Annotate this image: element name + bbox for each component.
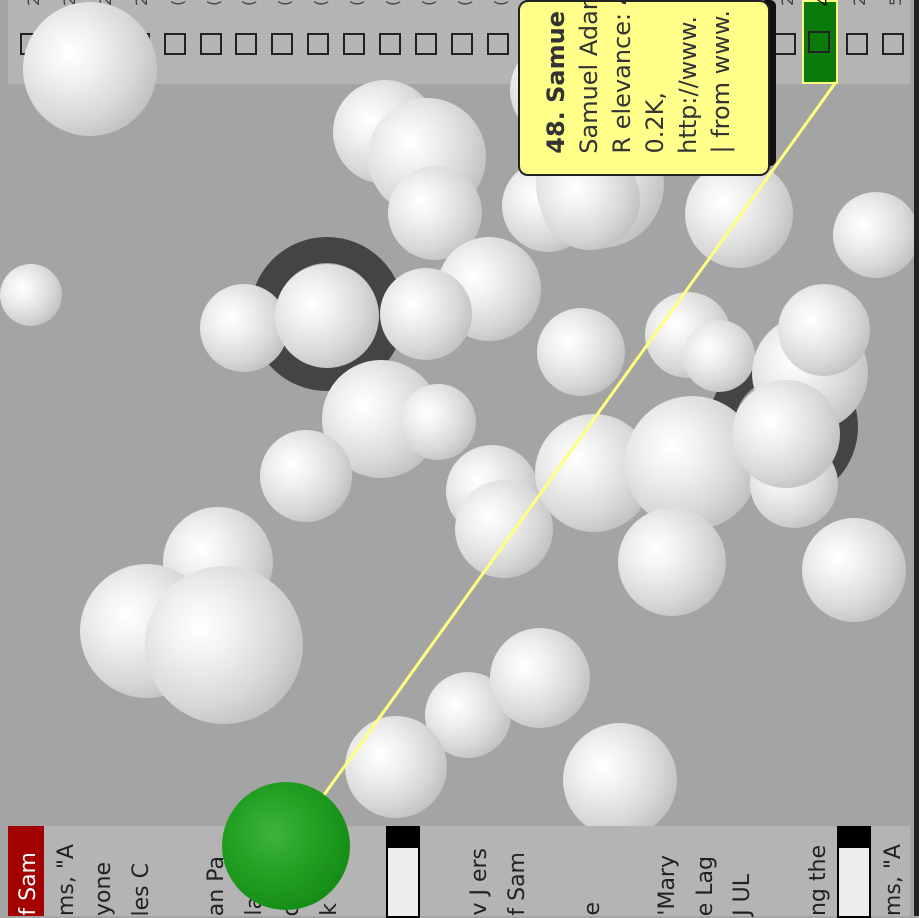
result-title[interactable] — [422, 826, 458, 916]
result-checkbox[interactable] — [343, 33, 366, 55]
result-sphere[interactable] — [260, 430, 352, 522]
result-title[interactable] — [346, 826, 382, 916]
result-checkbox[interactable] — [379, 33, 401, 55]
result-title[interactable]: ng the — [798, 826, 834, 916]
result-title-text: v J ers — [467, 848, 493, 916]
highlighted-result-title[interactable]: f Sam — [8, 826, 44, 916]
result-checkbox[interactable] — [881, 33, 904, 55]
result-sphere[interactable] — [0, 264, 62, 326]
result-sphere[interactable] — [145, 566, 303, 724]
result-column[interactable]: ( — [194, 0, 228, 84]
result-checkbox[interactable] — [450, 33, 473, 55]
result-checkbox[interactable] — [235, 33, 258, 55]
selected-sphere[interactable] — [222, 782, 350, 910]
result-sphere[interactable] — [802, 518, 906, 622]
result-checkbox[interactable] — [807, 31, 830, 53]
result-checkbox[interactable] — [199, 33, 222, 55]
slider-slot[interactable]: ue — [386, 826, 420, 918]
result-sphere[interactable] — [490, 628, 590, 728]
slot-track — [386, 848, 420, 918]
result-title[interactable] — [610, 826, 646, 916]
result-sphere[interactable] — [380, 268, 472, 360]
result-title-text: J UL — [730, 874, 756, 916]
result-column[interactable]: ( — [158, 0, 192, 84]
result-column[interactable]: ( — [265, 0, 299, 84]
result-title[interactable]: J UL — [722, 826, 758, 916]
result-column[interactable]: ( — [229, 0, 263, 84]
result-column[interactable]: 4 — [801, 0, 838, 84]
tooltip-author: Samuel Adan — [575, 0, 603, 154]
result-title[interactable]: yone — [83, 826, 119, 916]
result-sphere[interactable] — [618, 508, 726, 616]
result-title[interactable]: v J ers — [459, 826, 495, 916]
result-column[interactable]: ( — [301, 0, 335, 84]
bottom-result-strip: f Samms, "Ayoneles Can Palaokuev J ersf … — [8, 826, 910, 918]
result-title[interactable]: ms, "A — [873, 826, 909, 916]
result-title[interactable]: e Lag — [685, 826, 721, 916]
result-sphere[interactable] — [275, 264, 379, 368]
slot-handle[interactable] — [837, 826, 872, 848]
result-title-text: 'Mary — [655, 855, 681, 916]
result-title[interactable]: f Sam — [497, 826, 533, 916]
result-checkbox[interactable] — [163, 33, 186, 55]
result-sphere[interactable] — [685, 160, 793, 268]
result-column[interactable]: 2 — [840, 0, 874, 84]
result-checkbox[interactable] — [271, 33, 294, 55]
result-title-text: e Lag — [692, 855, 718, 916]
tooltip-url: http://www. — [674, 16, 702, 154]
result-column[interactable]: ( — [373, 0, 407, 84]
result-title[interactable] — [534, 826, 570, 916]
window-edge — [914, 0, 919, 916]
result-sphere[interactable] — [683, 320, 755, 392]
result-checkbox[interactable] — [307, 33, 330, 55]
result-title[interactable]: les C — [121, 826, 157, 916]
tooltip-title: 48. Samue — [542, 11, 570, 154]
result-title[interactable]: ms, "A — [46, 826, 82, 916]
visualization-canvas[interactable]: 2222((((((((((((((((22425 48. Samue Samu… — [0, 0, 919, 918]
result-title-text: e — [580, 902, 605, 916]
result-sphere[interactable] — [23, 2, 157, 136]
result-checkbox[interactable] — [486, 33, 509, 55]
tooltip-relevance: R elevance: 4 — [608, 0, 636, 154]
result-sphere[interactable] — [778, 284, 870, 376]
result-checkbox[interactable] — [773, 33, 796, 55]
result-column[interactable]: ( — [445, 0, 479, 84]
result-title-text: yone — [91, 862, 117, 916]
result-tooltip: 48. Samue Samuel Adan R elevance: 4 0.2K… — [518, 0, 770, 176]
result-sphere[interactable] — [537, 308, 625, 396]
result-column[interactable]: ( — [409, 0, 443, 84]
result-title[interactable]: e — [572, 826, 608, 916]
slider-slot[interactable] — [837, 826, 872, 918]
result-sphere[interactable] — [400, 384, 476, 460]
tooltip-count: 0.2K, — [641, 92, 669, 154]
result-column[interactable]: 5 — [876, 0, 910, 84]
result-sphere[interactable] — [833, 192, 919, 278]
result-sphere[interactable] — [732, 380, 840, 488]
result-sphere[interactable] — [345, 716, 447, 818]
result-title-text: k — [316, 903, 342, 916]
result-sphere[interactable] — [563, 723, 677, 837]
slot-track — [837, 848, 872, 918]
result-title[interactable]: 'Mary — [647, 826, 683, 916]
result-checkbox[interactable] — [845, 33, 868, 55]
result-title[interactable] — [760, 826, 796, 916]
result-title[interactable] — [158, 826, 194, 916]
result-column[interactable]: ( — [337, 0, 371, 84]
result-sphere[interactable] — [200, 284, 288, 372]
tooltip-source: | from www. — [707, 10, 735, 154]
result-checkbox[interactable] — [414, 33, 437, 55]
slot-handle[interactable] — [386, 826, 420, 848]
result-title-text: f Sam — [16, 852, 41, 916]
result-title-text: ng the — [805, 844, 831, 916]
result-column[interactable]: ( — [481, 0, 515, 84]
result-title-text: les C — [128, 862, 154, 916]
result-title-text: f Sam — [504, 852, 530, 916]
result-title-text: ms, "A — [880, 843, 906, 916]
result-title-text: ms, "A — [53, 843, 79, 916]
